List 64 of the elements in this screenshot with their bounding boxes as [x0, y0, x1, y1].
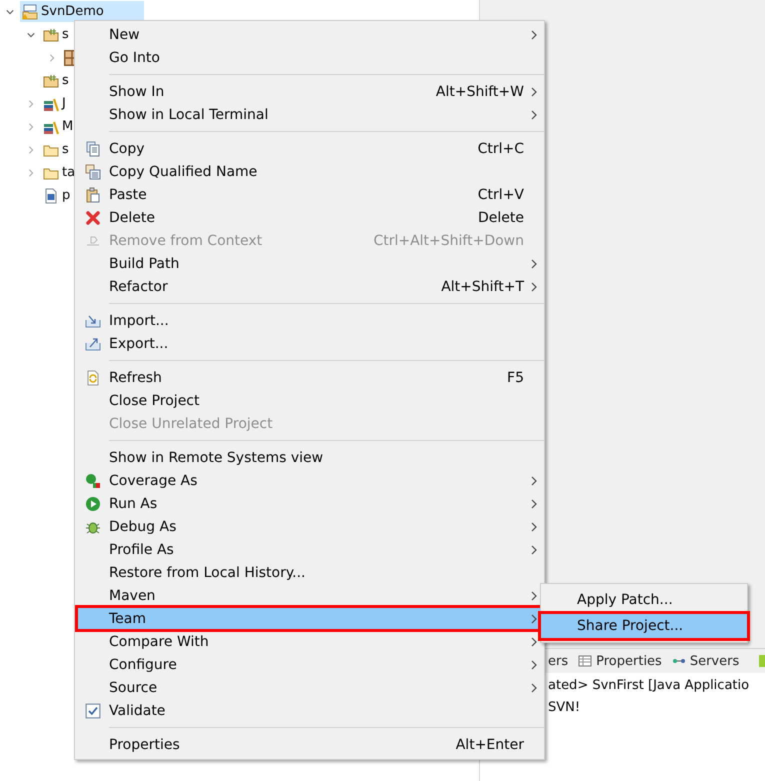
console-line: SVN!	[548, 699, 582, 717]
books-icon	[43, 96, 59, 112]
tree-item[interactable]: s	[41, 139, 71, 160]
view-tab[interactable]: Servers	[672, 654, 740, 668]
collapsed-chevron-icon[interactable]	[27, 168, 35, 176]
project-icon	[22, 4, 38, 20]
collapsed-chevron-icon[interactable]	[27, 100, 35, 108]
menu-item[interactable]: Validate	[77, 699, 544, 722]
tree-item[interactable]: s	[41, 24, 71, 45]
menu-item[interactable]: Refactor Alt+Shift+T	[77, 275, 544, 298]
menu-item[interactable]: Coverage As	[77, 469, 544, 492]
tree-item[interactable]: SvnDemo	[20, 1, 144, 22]
menu-item[interactable]: Run As	[77, 492, 544, 515]
coverage-icon	[85, 472, 101, 488]
menu-item[interactable]: Paste Ctrl+V	[77, 183, 544, 206]
collapsed-chevron-icon[interactable]	[27, 122, 35, 130]
tree-item[interactable]: s	[41, 70, 71, 91]
menu-item[interactable]: Show in Remote Systems view	[77, 446, 544, 469]
menu-item[interactable]: Import...	[77, 309, 544, 332]
tree-item[interactable]: M	[41, 116, 76, 137]
books-icon	[43, 118, 59, 134]
view-tab[interactable]: Properties	[578, 654, 662, 668]
menu-item[interactable]: Configure	[77, 653, 544, 676]
console-line: ated> SvnFirst [Java Applicatio	[548, 677, 750, 695]
refresh-icon	[85, 370, 101, 386]
package-folder-icon	[43, 72, 59, 88]
menu-item[interactable]: Copy Ctrl+C	[77, 137, 544, 160]
menu-item[interactable]: Close Project	[77, 389, 544, 412]
menu-item[interactable]: Restore from Local History...	[77, 561, 544, 584]
view-tab[interactable]: ers	[548, 654, 568, 668]
menu-item[interactable]: Debug As	[77, 515, 544, 538]
menu-item[interactable]: Profile As	[77, 538, 544, 561]
menu-item[interactable]: Show In Alt+Shift+W	[77, 80, 544, 103]
export-icon	[85, 336, 101, 352]
table-icon	[578, 655, 592, 667]
clipboard-icon	[85, 186, 101, 202]
collapsed-chevron-icon[interactable]	[27, 146, 35, 154]
copy-icon	[85, 140, 101, 156]
menu-item[interactable]: Copy Qualified Name	[77, 160, 544, 183]
menu-item[interactable]: Properties Alt+Enter	[77, 733, 544, 756]
menu-item[interactable]: Compare With	[77, 630, 544, 653]
menu-item[interactable]: Export...	[77, 332, 544, 355]
tree-item[interactable]: J	[41, 93, 68, 114]
view-icon[interactable]	[759, 654, 765, 668]
tree-item[interactable]: p	[41, 185, 72, 206]
menu-item[interactable]: Delete Delete	[77, 206, 544, 229]
menu-item[interactable]: New	[77, 23, 544, 46]
menu-item[interactable]: Show in Local Terminal	[77, 103, 544, 126]
copy-icon	[85, 164, 101, 180]
menu-item[interactable]: Refresh F5	[77, 366, 544, 389]
menu-item[interactable]: Maven	[77, 584, 544, 607]
menu-item[interactable]: Share Project...	[541, 614, 747, 638]
expanded-chevron-icon[interactable]	[6, 8, 14, 16]
menu-item[interactable]: Apply Patch...	[541, 588, 747, 612]
expanded-chevron-icon[interactable]	[27, 30, 35, 38]
collapsed-chevron-icon[interactable]	[48, 54, 56, 62]
menu-item[interactable]: Build Path	[77, 252, 544, 275]
run-icon	[85, 496, 101, 512]
menu-item[interactable]: Source	[77, 676, 544, 699]
menu-item[interactable]: Go Into	[77, 46, 544, 69]
delete-icon	[85, 210, 101, 226]
file-icon	[43, 188, 59, 204]
package-folder-icon	[43, 26, 59, 42]
tree-item[interactable]: ta	[41, 162, 78, 183]
